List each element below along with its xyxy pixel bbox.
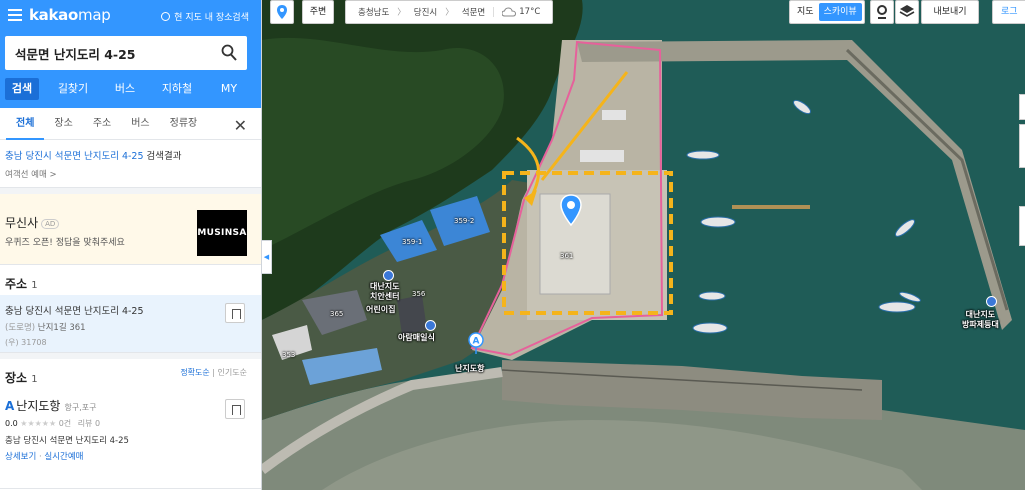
address-result[interactable]: 충남 당진시 석문면 난지도리 4-25 (도로명) 난지1길 361 (우) …: [0, 295, 261, 353]
pin-icon: [277, 5, 287, 19]
search-box: [5, 36, 247, 70]
kindergarten-label[interactable]: 어린이집: [366, 305, 395, 315]
sort-options: 정확도순 | 인기도순: [180, 368, 247, 377]
lot-number-label: 365: [330, 310, 344, 318]
export-button[interactable]: 내보내기: [921, 0, 979, 24]
collapse-panel-button[interactable]: ◀: [262, 240, 272, 274]
lot-number-label: 353: [282, 351, 296, 359]
category-tab-address[interactable]: 주소: [83, 108, 121, 140]
port-label[interactable]: 난지도항: [455, 364, 484, 374]
layers-icon: [899, 5, 915, 17]
map-side-control[interactable]: [1019, 124, 1025, 168]
category-tabs: 전체 장소 주소 버스 정류장 ✕: [0, 108, 261, 140]
category-tab-bus[interactable]: 버스: [121, 108, 159, 140]
map-area-search-label: 현 지도 내 장소검색: [174, 13, 249, 23]
place-category: 항구,포구: [64, 403, 97, 412]
login-button[interactable]: 로그: [992, 0, 1025, 24]
marker-a-icon: A: [5, 399, 15, 413]
kakaomap-logo[interactable]: kakaomap: [29, 6, 111, 24]
panel-header: kakaomap 현 지도 내 장소검색 검색 길찾기 버스 지하철 MY: [0, 0, 261, 108]
category-tab-all[interactable]: 전체: [6, 108, 45, 140]
ad-name: 무신사: [5, 216, 39, 230]
place-section: 장소 1 정확도순 | 인기도순: [0, 359, 261, 389]
sort-accuracy[interactable]: 정확도순: [180, 368, 209, 377]
ad-brand-logo: MUSINSA: [197, 210, 247, 256]
lot-number-label: 359-2: [454, 217, 475, 225]
location-pin-icon[interactable]: [560, 194, 582, 226]
address-main: 충남 당진시 석문면 난지도리 4-25: [5, 306, 144, 317]
satellite-imagery: [262, 0, 1025, 490]
category-tab-stop[interactable]: 정류장: [160, 108, 208, 140]
map-toolbar: 주변 충청남도 〉 당진시 〉 석문면 17°C 지도 스카이뷰 내보내기 로그: [262, 0, 1025, 26]
police-icon[interactable]: [383, 270, 394, 281]
search-panel: kakaomap 현 지도 내 장소검색 검색 길찾기 버스 지하철 MY 전체…: [0, 0, 262, 490]
place-address: 충남 당진시 석문면 난지도리 4-25: [5, 436, 129, 446]
map-type-switch: 지도 스카이뷰: [789, 0, 865, 24]
roadview-icon: [877, 5, 887, 19]
address-zip: (우) 31708: [5, 338, 47, 347]
layers-button[interactable]: [895, 0, 919, 24]
my-location-button[interactable]: [270, 0, 294, 24]
lighthouse-label[interactable]: 대난지도 방파제등대: [962, 310, 999, 330]
sort-popularity[interactable]: 인기도순: [218, 368, 247, 377]
place-rating: 0.0 ★★★★★ 0건 리뷰 0: [5, 419, 101, 428]
map-type-normal[interactable]: 지도: [792, 3, 819, 21]
result-query: 충남 당진시 석문면 난지도리 4-25 검색결과: [5, 151, 182, 162]
restaurant-label[interactable]: 아람매일식: [398, 333, 435, 343]
breadcrumb-city[interactable]: 당진시: [414, 6, 437, 18]
address-road: (도로명) 난지1길 361: [5, 323, 86, 333]
star-icons: ★★★★★: [20, 419, 57, 428]
breadcrumb-province[interactable]: 충청남도: [358, 6, 389, 18]
lighthouse-icon[interactable]: [986, 296, 997, 307]
menu-icon[interactable]: [8, 9, 22, 21]
bookmark-icon[interactable]: [225, 303, 245, 323]
mode-tabs: 검색 길찾기 버스 지하철 MY: [5, 78, 255, 100]
close-icon[interactable]: ✕: [234, 116, 247, 135]
lot-number-label: 356: [412, 290, 426, 298]
radio-icon: [161, 12, 171, 21]
restaurant-icon[interactable]: [425, 320, 436, 331]
nearby-button[interactable]: 주변: [302, 0, 334, 24]
cloud-icon: [502, 7, 517, 17]
tab-directions[interactable]: 길찾기: [47, 78, 99, 100]
weather-info: 17°C: [493, 7, 540, 17]
tab-search[interactable]: 검색: [5, 78, 39, 100]
map-area-search-toggle[interactable]: 현 지도 내 장소검색: [161, 10, 249, 23]
map-view[interactable]: 359-2 359-1 361 356 365 353 대난지도 치안센터 어린…: [262, 0, 1025, 490]
place-name[interactable]: 난지도항: [16, 399, 60, 413]
breadcrumb-town[interactable]: 석문면: [462, 6, 485, 18]
search-input[interactable]: [5, 36, 205, 70]
police-box-label[interactable]: 대난지도 치안센터: [370, 282, 399, 302]
place-links: 상세보기 · 실시간예매: [5, 452, 84, 462]
marker-a-pin-icon[interactable]: A: [468, 332, 484, 358]
result-header: 충남 당진시 석문면 난지도리 4-25 검색결과 여객선 예매 >: [0, 140, 261, 188]
map-type-skyview[interactable]: 스카이뷰: [818, 3, 862, 21]
address-section-title: 주소 1: [5, 277, 38, 291]
ad-badge: AD: [41, 218, 60, 229]
ad-banner[interactable]: 무신사 AD 우퀴즈 오픈! 정답을 맞춰주세요 MUSINSA: [0, 194, 261, 265]
lot-number-label: 359-1: [402, 238, 423, 246]
tab-my[interactable]: MY: [203, 78, 255, 100]
place-result[interactable]: A 난지도항 항구,포구 0.0 ★★★★★ 0건 리뷰 0 충남 당진시 석문면 …: [0, 389, 261, 489]
lot-number-label: 361: [560, 252, 574, 260]
detail-link[interactable]: 상세보기: [5, 452, 36, 462]
bookmark-icon[interactable]: [225, 399, 245, 419]
live-booking-link[interactable]: 실시간예매: [44, 452, 83, 462]
ferry-link[interactable]: 여객선 예매 >: [5, 168, 256, 180]
zoom-control[interactable]: [1019, 94, 1025, 120]
roadview-button[interactable]: [870, 0, 894, 24]
category-tab-place[interactable]: 장소: [44, 108, 82, 140]
svg-text:A: A: [473, 337, 480, 347]
tab-bus[interactable]: 버스: [99, 78, 151, 100]
map-side-control[interactable]: [1019, 206, 1025, 246]
tab-subway[interactable]: 지하철: [151, 78, 203, 100]
search-icon[interactable]: [221, 44, 237, 62]
region-breadcrumb: 충청남도 〉 당진시 〉 석문면 17°C: [345, 0, 554, 24]
